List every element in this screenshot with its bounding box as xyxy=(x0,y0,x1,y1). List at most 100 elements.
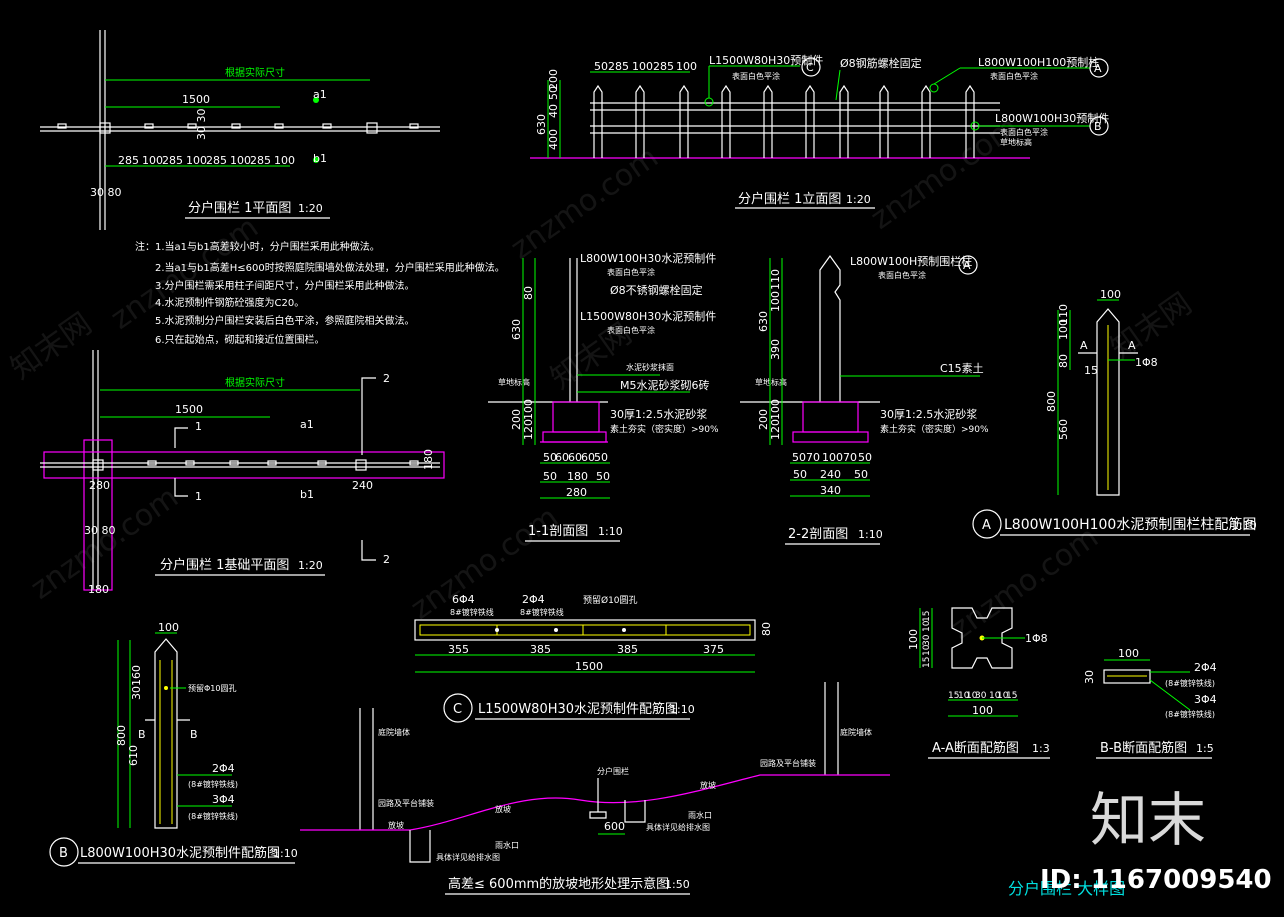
detA-dim-left: 80 xyxy=(1057,354,1070,368)
sec1-label3: L1500W80H30水泥预制件 xyxy=(580,310,716,323)
detC-circle: C xyxy=(453,702,462,717)
sec1-dim-left: 80 xyxy=(522,286,535,300)
plan2-mark-b1: b1 xyxy=(300,488,314,501)
plan1-dim: 285 xyxy=(118,154,139,167)
elev-dim-left: 40 xyxy=(547,104,560,118)
detC-dim: 375 xyxy=(703,643,724,656)
detC-rebar2: 2Φ4 xyxy=(522,593,545,606)
sec2-dim-bottom2: 240 xyxy=(820,468,841,481)
sec2-dim-bottom2: 50 xyxy=(854,468,868,481)
plan1-mark-b1: b1 xyxy=(313,152,327,165)
elev-label-b: L800W100H30预制件 xyxy=(995,112,1109,125)
detB-rebar1: 2Φ4 xyxy=(212,762,235,775)
elev-dim-left: 400 xyxy=(547,129,560,150)
sec2-dim-left: 100 xyxy=(769,291,782,312)
slope-title: 高差≤ 600mm的放坡地形处理示意图 xyxy=(448,876,669,892)
plan1-dim-1500: 1500 xyxy=(182,93,210,106)
detBB-rebar2: 3Φ4 xyxy=(1194,693,1217,706)
detBB-dim-top: 100 xyxy=(1118,647,1139,660)
detB-scale: 1:10 xyxy=(273,847,298,860)
elev-dim-left: 200 xyxy=(547,69,560,90)
detB-circle: B xyxy=(59,846,68,861)
sec2-label1: L800W100H预制围栏柱 xyxy=(850,254,972,268)
detBB-title: B-B断面配筋图 xyxy=(1100,740,1187,756)
slope-label: 放坡 xyxy=(388,820,404,830)
detB-sec-b: B xyxy=(190,728,198,741)
sec1-label7: 素土夯实（密实度）>90% xyxy=(610,423,719,435)
detA-dim-15: 15 xyxy=(1084,364,1098,377)
plan2-mark-a1: a1 xyxy=(300,418,314,431)
plan2-title: 分户围栏 1基础平面图 xyxy=(160,557,289,573)
note-line: 3.分户围栏需采用柱子间距尺寸，分户围栏采用此种做法。 xyxy=(155,279,415,292)
detB-rebar2-sub: (8#镀锌铁线) xyxy=(188,811,238,821)
note-line: 4.水泥预制件钢筋砼强度为C20。 xyxy=(155,296,304,309)
detC-dim: 355 xyxy=(448,643,469,656)
slope-platform-left: 园路及平台铺装 xyxy=(378,798,434,808)
slope-wall-left: 庭院墙体 xyxy=(378,727,410,737)
plan2-dim: 180 xyxy=(88,583,109,596)
note-line: 2.当a1与b1高差H≤600时按照庭院围墙处做法处理，分户围栏采用此种做法。 xyxy=(155,261,505,274)
detA-sec-a: A xyxy=(1080,339,1088,352)
detAA-dim-left: 30 xyxy=(922,634,932,646)
sec1-dim-bottom2: 50 xyxy=(596,470,610,483)
detBB-rebar1-sub: (8#镀锌铁线) xyxy=(1165,678,1215,688)
elev-circle-c: C xyxy=(806,61,814,74)
sec2-dim-bottom: 50 xyxy=(792,451,806,464)
sec2-label2: C15素土 xyxy=(940,362,984,375)
detB-hole: 预留Φ10圆孔 xyxy=(188,683,236,693)
sec1-label4: 水泥砂浆抹面 xyxy=(626,362,674,372)
cad-drawing-canvas: znzmo.com znzmo.com znzmo.com znzmo.com … xyxy=(5,30,1272,898)
sec1-dim-bottom: 60 xyxy=(568,451,582,464)
slope-scale: 1:50 xyxy=(665,878,690,891)
detC-hole: 预留Ø10圆孔 xyxy=(583,594,638,606)
detB-dim-top: 100 xyxy=(158,621,179,634)
watermark-text: znzmo.com xyxy=(945,520,1105,647)
plan1-dim: 100 xyxy=(142,154,163,167)
elev-scale: 1:20 xyxy=(846,193,871,206)
plan2-dim: 180 xyxy=(422,449,435,470)
sec1-label3-sub: 表面白色平涂 xyxy=(607,325,655,335)
plan2-section-1: 1 xyxy=(195,420,202,433)
detB-dim-left: 160 xyxy=(130,665,143,686)
sec2-dim-bottom: 50 xyxy=(858,451,872,464)
note-line: 6.只在起始点，砌起和接近位置围栏。 xyxy=(155,333,325,346)
detA-circle: A xyxy=(982,518,991,533)
detBB-dim-30: 30 xyxy=(1083,670,1096,684)
detAA-title: A-A断面配筋图 xyxy=(932,740,1019,756)
sec2-title: 2-2剖面图 xyxy=(788,527,848,542)
slope-drain2-sub: 具体详见给排水图 xyxy=(646,822,710,832)
footer: 知末 分户围栏 大样图 ID: 1167009540 xyxy=(1008,786,1272,898)
slope-drain2: 雨水口 xyxy=(688,810,712,820)
elev-label-c-sub: 表面白色平涂 xyxy=(732,71,780,81)
elev-label-b-sub: 表面白色平涂 xyxy=(1000,127,1048,137)
detB-rebar2: 3Φ4 xyxy=(212,793,235,806)
sec1-label1-sub: 表面白色平涂 xyxy=(607,267,655,277)
detail-b: 100 160 30 800 610 预留Φ10圆孔 B B 2Φ4 (8#镀锌… xyxy=(49,621,298,867)
sec2-dim-left: 630 xyxy=(757,311,770,332)
sec2-dim-left: 390 xyxy=(769,339,782,360)
section-2-2: 草地标高 L800W100H预制围栏柱 表面白色平涂 A C15素土 30厚1:… xyxy=(740,254,989,545)
detB-dim-left: 800 xyxy=(115,725,128,746)
id-label: ID: 1167009540 xyxy=(1040,865,1272,895)
sec1-label5: M5水泥砂浆砌6砖 xyxy=(620,378,710,392)
slope-label: 放坡 xyxy=(495,804,511,814)
elev-circle-b: B xyxy=(1094,120,1102,133)
sec2-dim-bottom2: 50 xyxy=(793,468,807,481)
plan2-section-1: 1 xyxy=(195,490,202,503)
detail-bb: 100 30 2Φ4 (8#镀锌铁线) 3Φ4 (8#镀锌铁线) B-B断面配筋… xyxy=(1083,647,1217,759)
plan1-dim: 100 xyxy=(186,154,207,167)
detB-sec-b: B xyxy=(138,728,146,741)
sec1-dim-bottom: 60 xyxy=(555,451,569,464)
sec2-dim-left: 110 xyxy=(769,269,782,290)
sec1-scale: 1:10 xyxy=(598,525,623,538)
sec1-dim-bottom2: 180 xyxy=(567,470,588,483)
plan1-dim: 285 xyxy=(250,154,271,167)
detB-rebar1-sub: (8#镀锌铁线) xyxy=(188,779,238,789)
elev-label-a: L800W100H100预制柱 xyxy=(978,55,1099,69)
sec1-dim-total: 280 xyxy=(566,486,587,499)
plan2-dim-1500: 1500 xyxy=(175,403,203,416)
section-1-1: 草地标高 L800W100H30水泥预制件 表面白色平涂 Ø8不锈钢螺栓固定 L… xyxy=(488,252,719,542)
sec1-label6: 30厚1:2.5水泥砂浆 xyxy=(610,407,707,421)
detC-rebar2-sub: 8#镀锌铁线 xyxy=(520,607,564,617)
sec2-scale: 1:10 xyxy=(858,528,883,541)
